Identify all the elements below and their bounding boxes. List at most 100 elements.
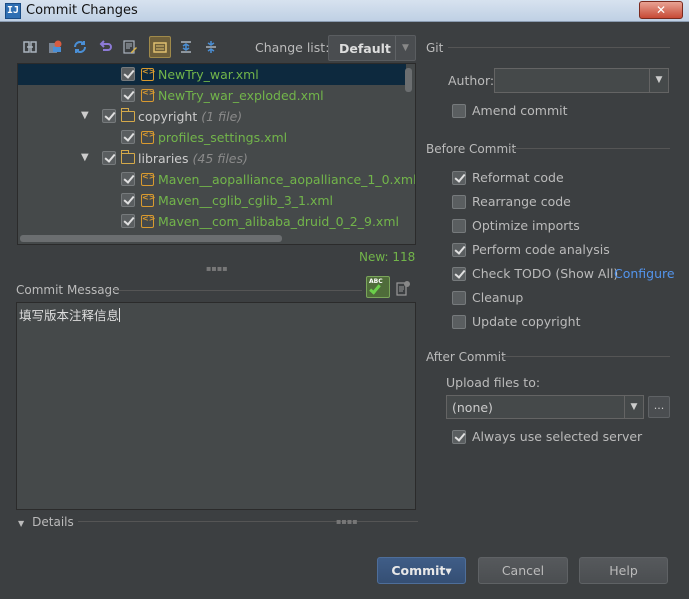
xml-file-icon (141, 193, 155, 207)
commit-message-text: 填写版本注释信息 (19, 308, 120, 323)
separator (112, 290, 362, 291)
tree-row[interactable]: Maven__cglib_cglib_3_1.xml (18, 190, 406, 211)
separator (448, 47, 670, 48)
file-checkbox[interactable] (121, 88, 135, 102)
chevron-down-icon: ▼ (624, 396, 643, 418)
window-title: Commit Changes (26, 3, 138, 18)
folder-name: libraries (45 files) (138, 151, 248, 166)
tree-row[interactable]: ▼ copyright (1 file) (18, 106, 406, 127)
separator (502, 356, 670, 357)
tree-row[interactable]: Maven__com_alibaba_druid_0_2_9.xml (18, 211, 406, 232)
always-use-server-label: Always use selected server (472, 429, 643, 444)
checkbox-box (452, 430, 466, 444)
file-name: Maven__com_alibaba_druid_0_2_9.xml (158, 214, 399, 229)
dropdown-arrow-icon: ▾ (445, 563, 452, 578)
xml-file-icon (141, 172, 155, 186)
separator (510, 148, 670, 149)
cleanup-label: Cleanup (472, 290, 524, 305)
tree-row[interactable]: profiles_settings.xml (18, 127, 406, 148)
checkbox-box (452, 219, 466, 233)
folder-name: copyright (1 file) (138, 109, 243, 124)
chevron-down-icon: ▼ (649, 69, 668, 92)
commit-message-label: Commit Message (16, 283, 120, 297)
file-checkbox[interactable] (121, 214, 135, 228)
author-dropdown[interactable]: ▼ (494, 68, 669, 93)
folder-icon (121, 108, 135, 122)
expand-all-icon[interactable] (177, 38, 195, 56)
commit-message-textarea[interactable]: 填写版本注释信息 (16, 302, 416, 510)
file-checkbox[interactable] (121, 172, 135, 186)
compare-icon[interactable] (21, 38, 39, 56)
before-commit-section-label: Before Commit (426, 142, 517, 156)
file-count: (1 file) (201, 109, 243, 124)
upload-server-value: (none) (452, 400, 493, 415)
details-toggle[interactable]: ▼ Details (18, 515, 74, 529)
xml-file-icon (141, 88, 155, 102)
chevron-down-icon: ▼ (395, 36, 415, 60)
change-list-value: Default (339, 41, 391, 56)
title-bar: IJ Commit Changes ✕ (0, 0, 689, 22)
commit-label: Commit (391, 563, 446, 578)
tree-row[interactable]: Maven__aopalliance_aopalliance_1_0.xml (18, 169, 415, 190)
details-label: Details (32, 515, 74, 529)
sync-icon[interactable] (71, 38, 89, 56)
change-list-label: Change list: (255, 40, 330, 55)
changed-files-tree[interactable]: NewTry_war.xml NewTry_war_exploded.xml ▼… (17, 63, 416, 245)
expand-triangle-icon[interactable]: ▼ (81, 110, 89, 121)
commit-button[interactable]: Commit▾ (377, 557, 466, 584)
splitter-handle[interactable]: ▪▪▪▪ (206, 264, 228, 273)
xml-file-icon (141, 214, 155, 228)
refresh-changes-icon[interactable] (46, 38, 64, 56)
text-caret (119, 308, 121, 322)
change-list-dropdown[interactable]: Default ▼ (328, 35, 416, 61)
new-files-count: New: 118 (359, 250, 416, 264)
file-count: (45 files) (192, 151, 248, 166)
checkbox-box (452, 267, 466, 281)
checkbox-box (452, 243, 466, 257)
file-name: Maven__aopalliance_aopalliance_1_0.xml (158, 172, 416, 187)
help-button[interactable]: Help (579, 557, 668, 584)
horizontal-scrollbar[interactable] (20, 235, 282, 242)
browse-servers-button[interactable]: ... (648, 396, 670, 418)
folder-checkbox[interactable] (102, 151, 116, 165)
upload-server-dropdown[interactable]: (none) ▼ (446, 395, 644, 419)
expand-triangle-icon[interactable]: ▼ (81, 152, 89, 163)
cancel-button[interactable]: Cancel (478, 557, 568, 584)
after-commit-section-label: After Commit (426, 350, 506, 364)
collapse-triangle-icon: ▼ (18, 519, 25, 528)
collapse-all-icon[interactable] (202, 38, 220, 56)
git-section-label: Git (426, 41, 444, 55)
upload-files-label: Upload files to: (446, 375, 541, 390)
perform-code-analysis-label: Perform code analysis (472, 242, 610, 257)
file-name: profiles_settings.xml (158, 130, 288, 145)
tree-row[interactable]: NewTry_war_exploded.xml (18, 85, 406, 106)
rearrange-code-label: Rearrange code (472, 194, 571, 209)
checkbox-box (452, 171, 466, 185)
file-checkbox[interactable] (121, 193, 135, 207)
update-copyright-label: Update copyright (472, 314, 581, 329)
splitter-handle[interactable]: ▪▪▪▪ (336, 517, 358, 526)
file-checkbox[interactable] (121, 130, 135, 144)
revert-icon[interactable] (96, 38, 114, 56)
vertical-scrollbar[interactable] (405, 68, 412, 92)
tree-row[interactable]: NewTry_war.xml (18, 64, 406, 85)
xml-file-icon (141, 67, 155, 81)
file-checkbox[interactable] (121, 67, 135, 81)
checkbox-box (452, 291, 466, 305)
optimize-imports-label: Optimize imports (472, 218, 580, 233)
checkbox-box (452, 104, 466, 118)
commit-message-history-icon[interactable] (396, 280, 410, 296)
amend-commit-label: Amend commit (472, 103, 568, 118)
group-by-directory-icon[interactable] (149, 36, 171, 58)
folder-icon (121, 150, 135, 164)
close-button[interactable]: ✕ (639, 1, 683, 19)
tree-row[interactable]: ▼ libraries (45 files) (18, 148, 406, 169)
edit-source-icon[interactable] (121, 38, 139, 56)
file-name: NewTry_war_exploded.xml (158, 88, 324, 103)
file-name: Maven__cglib_cglib_3_1.xml (158, 193, 334, 208)
folder-checkbox[interactable] (102, 109, 116, 123)
spellcheck-button[interactable]: ABC (366, 276, 390, 298)
checkbox-box (452, 315, 466, 329)
configure-todo-link[interactable]: Configure (614, 266, 675, 281)
intellij-app-icon: IJ (5, 3, 21, 19)
